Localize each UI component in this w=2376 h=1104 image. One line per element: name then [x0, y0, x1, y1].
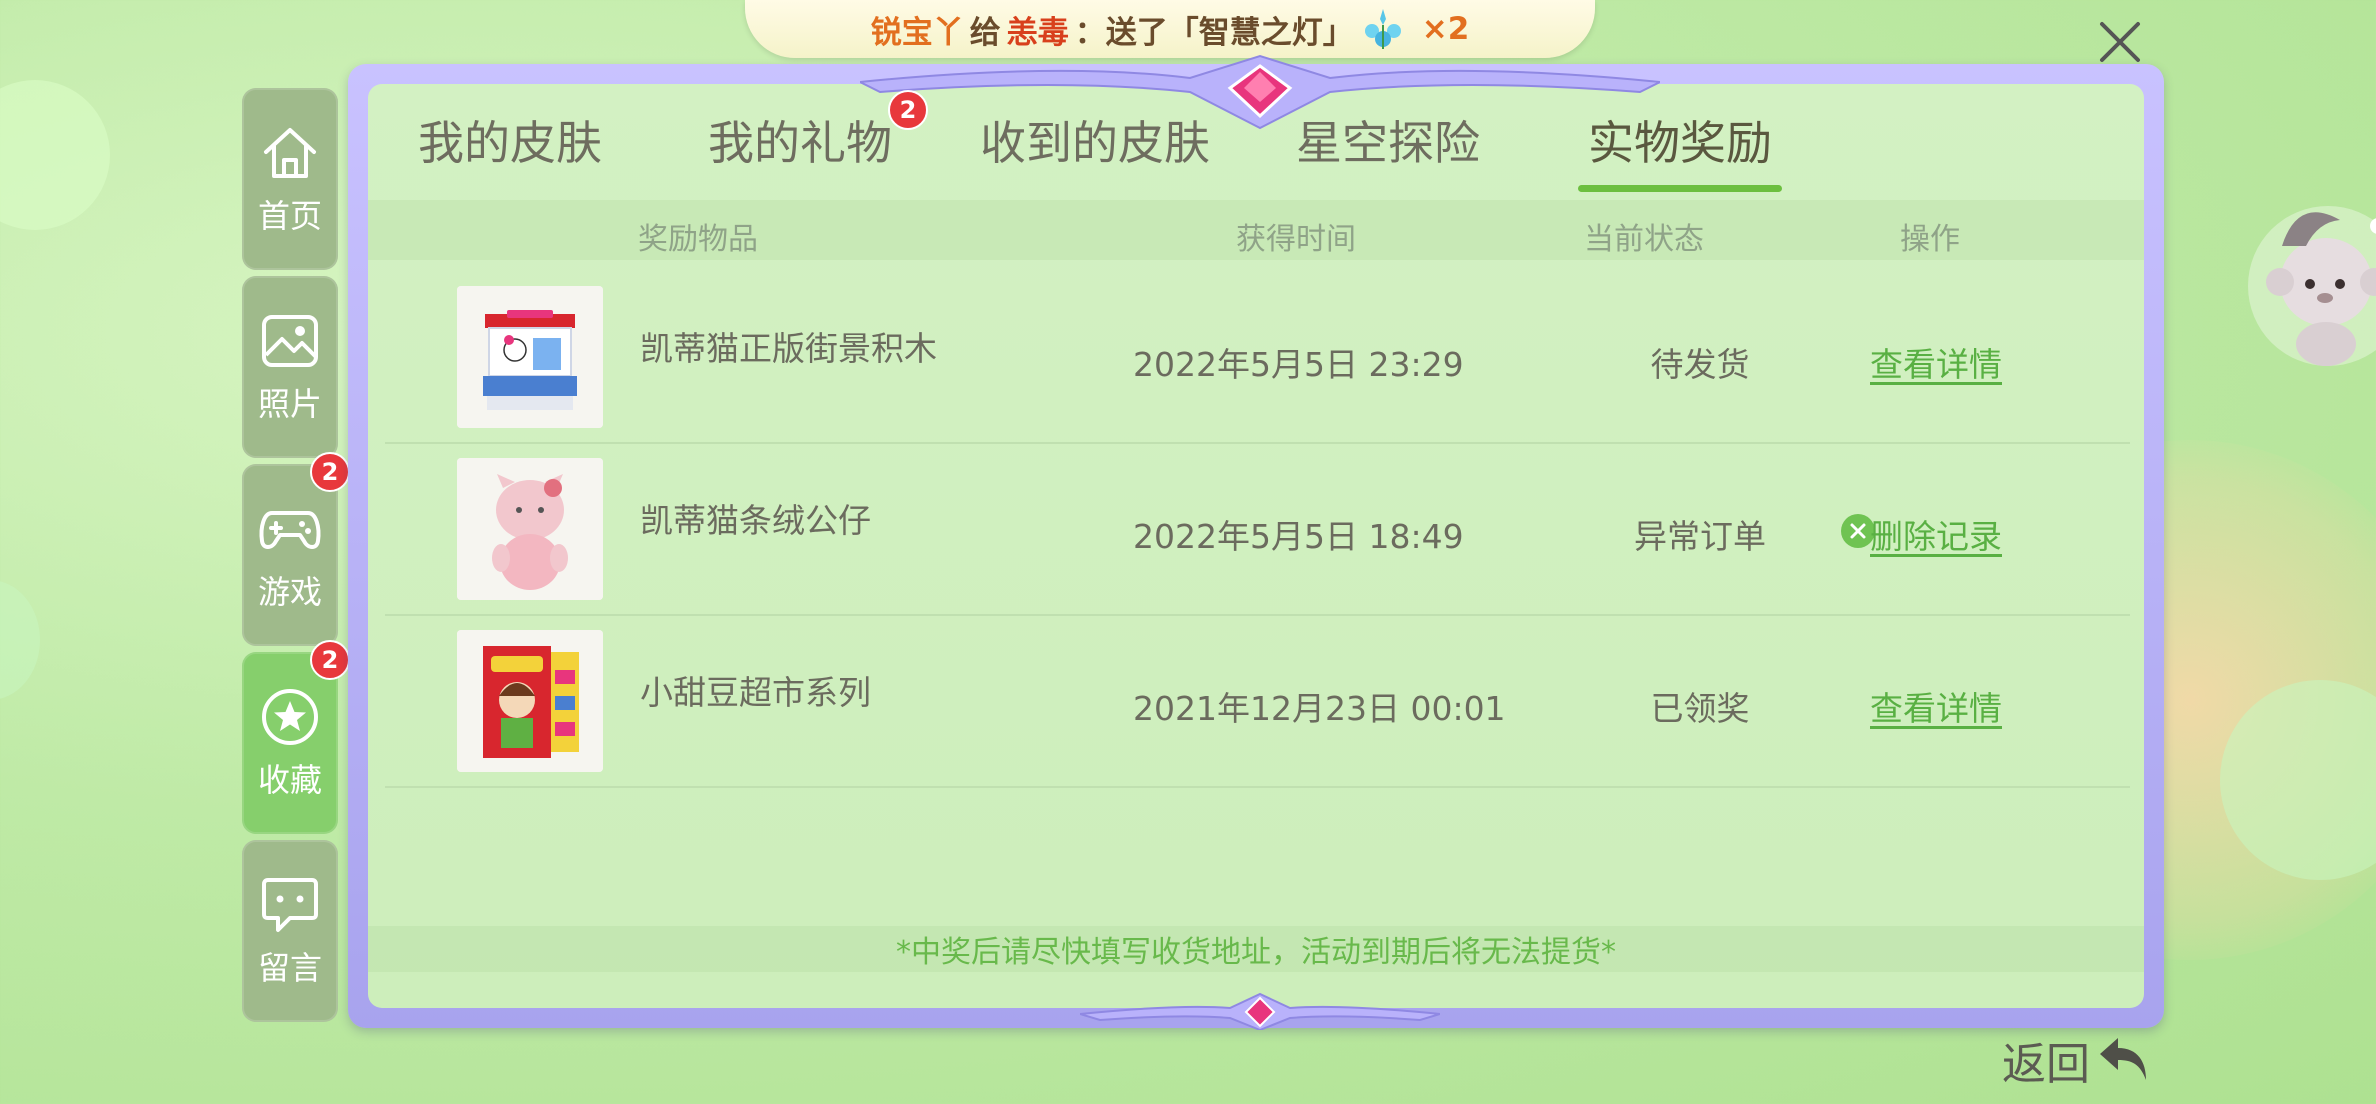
gamepad-icon [258, 497, 322, 561]
tab-starry-adventure[interactable]: 星空探险 [1288, 100, 1488, 180]
reward-time: 2021年12月23日 00:01 [1133, 689, 1506, 728]
photo-icon [258, 309, 322, 373]
reward-name: 凯蒂猫正版街景积木 [640, 329, 937, 368]
tab-my-skins[interactable]: 我的皮肤 [410, 100, 610, 180]
reward-name: 凯蒂猫条绒公仔 [640, 501, 871, 540]
tab-label: 我的皮肤 [418, 116, 602, 170]
product-image [457, 630, 603, 772]
tab-bar: 我的皮肤 我的礼物 2 收到的皮肤 星空探险 实物奖励 [368, 90, 1808, 192]
star-icon [258, 685, 322, 749]
product-image [457, 458, 603, 600]
header-time: 获得时间 [1236, 222, 1356, 257]
sidebar-item-label: 收藏 [257, 761, 322, 799]
reward-status: 异常订单 [1634, 517, 1766, 556]
back-button[interactable]: 返回 [2002, 1028, 2152, 1092]
background-bubble [0, 80, 110, 230]
close-button[interactable] [2090, 12, 2150, 72]
mascot-character [2248, 206, 2376, 366]
gift-notification-banner: 锐宝丫 给 恙毒 ：送了「智慧之灯」 ×2 [745, 0, 1595, 58]
sidebar-item-label: 首页 [257, 197, 322, 235]
sidebar-badge: 2 [310, 452, 350, 492]
back-label: 返回 [2002, 1039, 2090, 1090]
tab-label: 我的礼物 [708, 116, 892, 170]
sidebar-item-home[interactable]: 首页 [242, 88, 338, 270]
header-action: 操作 [1900, 222, 1960, 257]
view-details-link[interactable]: 查看详情 [1870, 338, 2002, 386]
tab-label: 星空探险 [1296, 116, 1480, 170]
table-row: 小甜豆超市系列 2021年12月23日 00:01 已领奖 查看详情 [385, 614, 2130, 788]
sidebar-item-favorites[interactable]: 2 收藏 [242, 640, 350, 834]
tab-label: 收到的皮肤 [980, 116, 1210, 170]
reward-name: 小甜豆超市系列 [640, 673, 871, 712]
delete-record-link[interactable]: 删除记录 [1870, 510, 2002, 558]
reward-status: 待发货 [1650, 345, 1750, 384]
table-header: 奖励物品 获得时间 当前状态 操作 [368, 200, 2144, 260]
sidebar-item-label: 照片 [257, 385, 322, 423]
reward-time: 2022年5月5日 23:29 [1133, 345, 1464, 384]
crest-ornament [1080, 992, 1440, 1030]
header-item: 奖励物品 [638, 222, 758, 257]
banner-count: ×2 [1421, 11, 1470, 47]
tab-received-skins[interactable]: 收到的皮肤 [970, 100, 1220, 180]
banner-sender: 锐宝丫 [870, 14, 964, 51]
reward-time: 2022年5月5日 18:49 [1133, 517, 1464, 556]
home-icon [258, 121, 322, 185]
tab-my-gifts[interactable]: 我的礼物 2 [700, 90, 928, 180]
gem-flower-icon [1360, 6, 1406, 52]
tab-label: 实物奖励 [1588, 116, 1772, 170]
table-row: 凯蒂猫正版街景积木 2022年5月5日 23:29 待发货 查看详情 [385, 270, 2130, 444]
background-bubble [0, 580, 40, 700]
sidebar-item-messages[interactable]: 留言 [242, 840, 338, 1022]
close-icon [2100, 22, 2140, 62]
sidebar-badge: 2 [310, 640, 350, 680]
banner-message: ：送了「智慧之灯」 [1074, 14, 1354, 51]
table-row: 凯蒂猫条绒公仔 2022年5月5日 18:49 异常订单 删除记录 [385, 442, 2130, 616]
sidebar-item-games[interactable]: 2 游戏 [242, 452, 350, 646]
product-image [457, 286, 603, 428]
view-details-link[interactable]: 查看详情 [1870, 682, 2002, 730]
footnote-text: *中奖后请尽快填写收货地址，活动到期后将无法提货* [896, 935, 1616, 970]
tab-physical-rewards[interactable]: 实物奖励 [1578, 100, 1782, 192]
message-icon [258, 873, 322, 937]
active-tab-indicator [1578, 185, 1782, 192]
banner-verb: 给 [969, 14, 1001, 51]
back-arrow-icon [2100, 1038, 2146, 1080]
tab-badge: 2 [888, 90, 928, 130]
reward-status: 已领奖 [1650, 689, 1750, 728]
banner-receiver: 恙毒 [1006, 14, 1069, 51]
footnote-bar: *中奖后请尽快填写收货地址，活动到期后将无法提货* [368, 926, 2144, 972]
sidebar-item-label: 游戏 [257, 573, 322, 611]
header-status: 当前状态 [1584, 222, 1704, 257]
sidebar-item-label: 留言 [257, 949, 322, 987]
sidebar-item-photos[interactable]: 照片 [242, 276, 338, 458]
